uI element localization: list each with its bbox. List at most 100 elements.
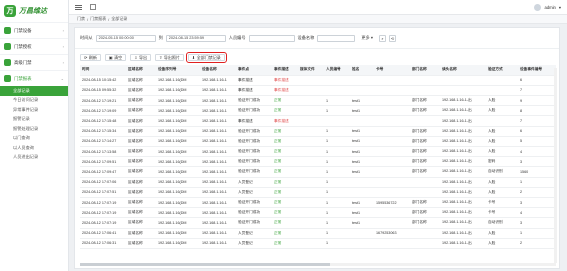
export-button[interactable]: ⇩ 导出 [130,54,151,61]
nav-group-auth[interactable]: 门禁授权 › [0,38,68,54]
time-from-input[interactable]: 2024-05-15 00:00:00 [95,34,156,42]
table-cell [298,126,324,137]
table-row[interactable]: 2024-08-12 17:19:21 区域名称 192.168.1.16(DM 19… [80,95,556,107]
table-row[interactable]: 2024-08-12 17:06:41 区域名称 192.168.1.16(DM 19… [80,228,556,239]
table-row[interactable]: 2024-08-12 17:14:27 区域名称 192.168.1.16(DM 19… [80,136,556,148]
column-header[interactable]: 读头名称 [440,65,486,76]
table-cell: 正常 [272,228,298,239]
table-cell [298,95,324,107]
table-cell: 验证开门成功 [236,95,272,107]
table-cell: 正常 [272,217,298,229]
reset-icon[interactable]: ⟲ [388,34,396,42]
column-header[interactable]: 卡号 [374,65,410,76]
table-cell [410,115,440,127]
table-row[interactable]: 2024-08-12 17:13:58 区域名称 192.168.1.16(DM 19… [80,146,556,158]
sidebar-item-abnormal[interactable]: 异常事件记录 [0,105,68,115]
table-cell: 2024-08-12 17:07:19 [80,207,126,219]
table-cell: 验证开门成功 [236,126,272,137]
clear-button[interactable]: ▣ 清空 [104,54,127,61]
column-header[interactable]: 时间 [80,65,126,76]
menu-toggle-icon[interactable] [75,4,82,10]
sidebar: 万 万昌维达 门禁设备 › 门禁授权 › 高级门禁 › 门禁报表 ⌄ 全部记录 … [0,0,69,271]
nav-group-devices[interactable]: 门禁设备 › [0,22,68,38]
refresh-button[interactable]: ⟳ 刷新 [80,54,101,61]
table-row[interactable]: 2024-08-15 09:55:32 区域名称 192.168.1.16(DM 19… [80,85,556,97]
table-cell [298,177,324,188]
more-filters-button[interactable]: 更多 ▾ [358,35,376,42]
table-cell [298,197,324,209]
table-row[interactable]: 2024-08-12 17:07:51 区域名称 192.168.1.16(DM 19… [80,187,556,198]
table-row[interactable]: 2024-08-12 17:07:06 区域名称 192.168.1.16(DM 19… [80,177,556,188]
column-header[interactable]: 姓名 [350,65,374,76]
table-row[interactable]: 2024-08-12 17:07:19 区域名称 192.168.1.16(DM 19… [80,217,556,229]
time-to-input[interactable]: 2024-08-15 23:59:59 [165,34,226,42]
breadcrumb-item[interactable]: 门禁报表 [90,16,106,22]
vertical-scrollbar[interactable] [554,68,557,263]
table-cell: 2024-08-15 10:15:42 [80,75,126,86]
home-icon[interactable] [90,4,96,10]
table-cell: 2 [518,238,556,249]
table-cell [374,156,410,168]
table-cell [298,238,324,249]
user-name: admin [544,4,556,10]
table-cell: test1 [350,197,374,209]
sidebar-item-alarm[interactable]: 报警记录 [0,115,68,125]
column-header[interactable]: 媒体文件 [298,65,324,76]
table-cell: 192.168.1.16(DM [156,105,200,117]
column-header[interactable]: 事件描述 [272,65,298,76]
table-row[interactable]: 2024-08-12 17:07:19 区域名称 192.168.1.16(DM 19… [80,207,556,219]
table-cell: 1 [324,207,350,219]
table-row[interactable]: 2024-08-12 17:09:47 区域名称 192.168.1.16(DM 19… [80,166,556,178]
table-row[interactable]: 2024-08-12 17:09:51 区域名称 192.168.1.16(DM 19… [80,156,556,168]
column-header[interactable]: 事件点 [236,65,272,76]
table-row[interactable]: 2024-08-12 17:15:34 区域名称 192.168.1.16(DM 19… [80,126,556,137]
column-header[interactable]: 人员编号 [324,65,350,76]
table-cell: 事件描述 [272,115,298,127]
table-row[interactable]: 2024-08-12 17:06:31 区域名称 192.168.1.16(DM 19… [80,238,556,249]
column-header[interactable]: 设备名称 [200,65,236,76]
all-access-records-button[interactable]: ⬇ 全部门禁记录 [185,52,227,63]
table-cell: 192.168.1.16(DM [156,166,200,178]
user-menu[interactable]: admin ▾ [534,3,561,11]
table-cell: 192.168.1.16-1-出 [440,126,486,137]
table-cell: 人员登记 [236,238,272,249]
table-cell: 1 [324,136,350,148]
table-row[interactable]: 2024-08-12 17:15:48 区域名称 192.168.1.16(DM 19… [80,115,556,127]
scrollbar-thumb[interactable] [80,263,330,266]
table-row[interactable]: 2024-08-12 17:19:09 区域名称 192.168.1.16(DM 19… [80,105,556,117]
device-name-input[interactable] [317,34,356,42]
table-cell: 192.168.1.16-1 [200,136,236,148]
table-cell: 区域名称 [126,95,156,107]
sidebar-item-by-door[interactable]: 以门查询 [0,134,68,144]
table-cell [486,85,518,97]
nav-group-label: 门禁报表 [14,75,32,81]
table-row[interactable]: 2024-08-15 10:15:42 区域名称 192.168.1.16(DM 19… [80,75,556,86]
table-cell: 1 [324,146,350,158]
sidebar-item-person-inout[interactable]: 人员进出记录 [0,153,68,163]
nav-group-advanced[interactable]: 高级门禁 › [0,54,68,70]
nav-group-reports[interactable]: 门禁报表 ⌄ [0,70,68,86]
horizontal-scrollbar[interactable] [80,263,556,266]
search-icon[interactable]: ⌕ [378,34,386,42]
table-cell: 1 [518,177,556,188]
column-header[interactable]: 设备事件编号 [518,65,556,76]
table-cell: 192.168.1.16-1-出 [440,197,486,209]
sidebar-item-today-access[interactable]: 今日访问记录 [0,96,68,106]
breadcrumb-item[interactable]: 门禁 [77,16,85,22]
table-row[interactable]: 2024-08-12 17:07:19 区域名称 192.168.1.16(DM 19… [80,197,556,209]
column-header[interactable]: 设备序列号 [156,65,200,76]
table-cell: 1 [324,105,350,117]
column-header[interactable]: 部门名称 [410,65,440,76]
table-cell [324,85,350,97]
table-cell [298,228,324,239]
sidebar-item-all-records[interactable]: 全部记录 [0,86,68,96]
column-header[interactable]: 区域名称 [126,65,156,76]
export-photo-button[interactable]: ⇪ 导出照片 [155,54,184,61]
app-logo[interactable]: 万 万昌维达 [0,0,68,22]
table-cell: 区域名称 [126,238,156,249]
sidebar-item-alarm-handle[interactable]: 报警处理记录 [0,124,68,134]
table-cell [350,238,374,249]
person-id-input[interactable] [248,34,295,42]
sidebar-item-by-person[interactable]: 以人员查询 [0,143,68,153]
column-header[interactable]: 验证方式 [486,65,518,76]
